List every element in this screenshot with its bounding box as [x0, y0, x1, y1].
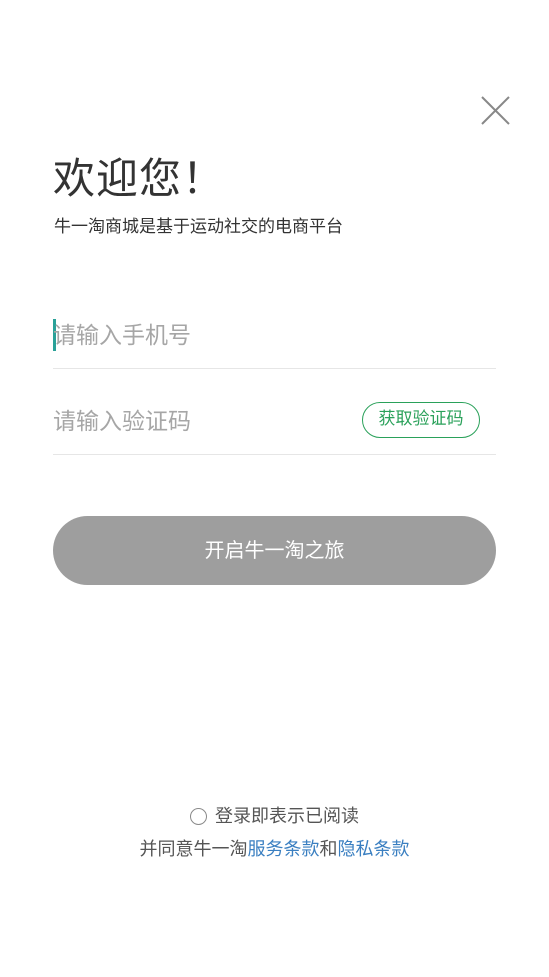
close-button[interactable]	[478, 92, 514, 128]
phone-input[interactable]	[53, 314, 353, 358]
agreement-line-2: 并同意牛一淘服务条款和隐私条款	[0, 836, 549, 864]
phone-field	[53, 302, 496, 369]
welcome-title: 欢迎您！	[53, 154, 226, 203]
agreement-read-text: 登录即表示已阅读	[215, 806, 359, 827]
verification-code-input[interactable]	[53, 400, 353, 444]
welcome-subtitle: 牛一淘商城是基于运动社交的电商平台	[54, 217, 343, 237]
get-code-button[interactable]: 获取验证码	[362, 402, 480, 438]
code-field: 获取验证码	[53, 388, 496, 455]
close-icon[interactable]	[478, 92, 514, 128]
agreement-conjunction: 和	[319, 839, 338, 860]
agreement-line-1: 登录即表示已阅读	[0, 803, 549, 831]
start-journey-button[interactable]: 开启牛一淘之旅	[53, 516, 496, 585]
agreement-prefix-text: 并同意牛一淘	[139, 839, 248, 860]
service-terms-link[interactable]: 服务条款	[248, 839, 320, 860]
agreement-radio[interactable]	[190, 808, 207, 825]
privacy-terms-link[interactable]: 隐私条款	[338, 839, 410, 860]
